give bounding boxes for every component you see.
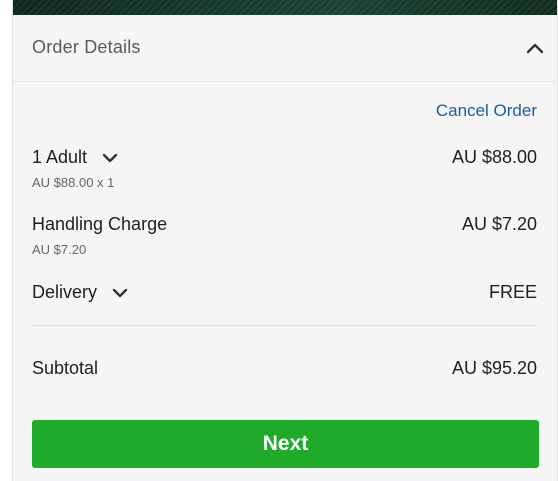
delivery-price: FREE xyxy=(488,282,537,302)
delivery-label: Delivery xyxy=(32,282,98,302)
delivery-selector[interactable]: Delivery xyxy=(32,282,129,303)
order-details-title: Order Details xyxy=(32,37,141,57)
subtotal-value: AU $95.20 xyxy=(451,358,537,378)
subtotal-label: Subtotal xyxy=(32,358,99,378)
adult-ticket-price: AU $88.00 xyxy=(451,147,537,167)
handling-charge-price: AU $7.20 xyxy=(461,214,537,234)
next-button[interactable]: Next xyxy=(32,420,539,468)
divider xyxy=(32,325,537,326)
order-details-header[interactable]: Order Details xyxy=(13,15,557,82)
handling-charge-label: Handling Charge xyxy=(32,214,168,234)
adult-ticket-selector[interactable]: 1 Adult xyxy=(32,147,119,168)
chevron-down-icon[interactable] xyxy=(101,152,119,164)
adult-ticket-label: 1 Adult xyxy=(32,147,88,167)
hero-image-strip xyxy=(13,0,557,15)
chevron-down-icon[interactable] xyxy=(111,287,129,299)
cancel-order-link[interactable]: Cancel Order xyxy=(436,101,537,121)
adult-ticket-detail: AU $88.00 x 1 xyxy=(32,175,115,190)
order-details-panel: Order Details Cancel Order 1 Adult AU $8… xyxy=(12,0,558,481)
chevron-up-icon[interactable] xyxy=(525,41,545,55)
handling-charge-detail: AU $7.20 xyxy=(32,242,87,257)
